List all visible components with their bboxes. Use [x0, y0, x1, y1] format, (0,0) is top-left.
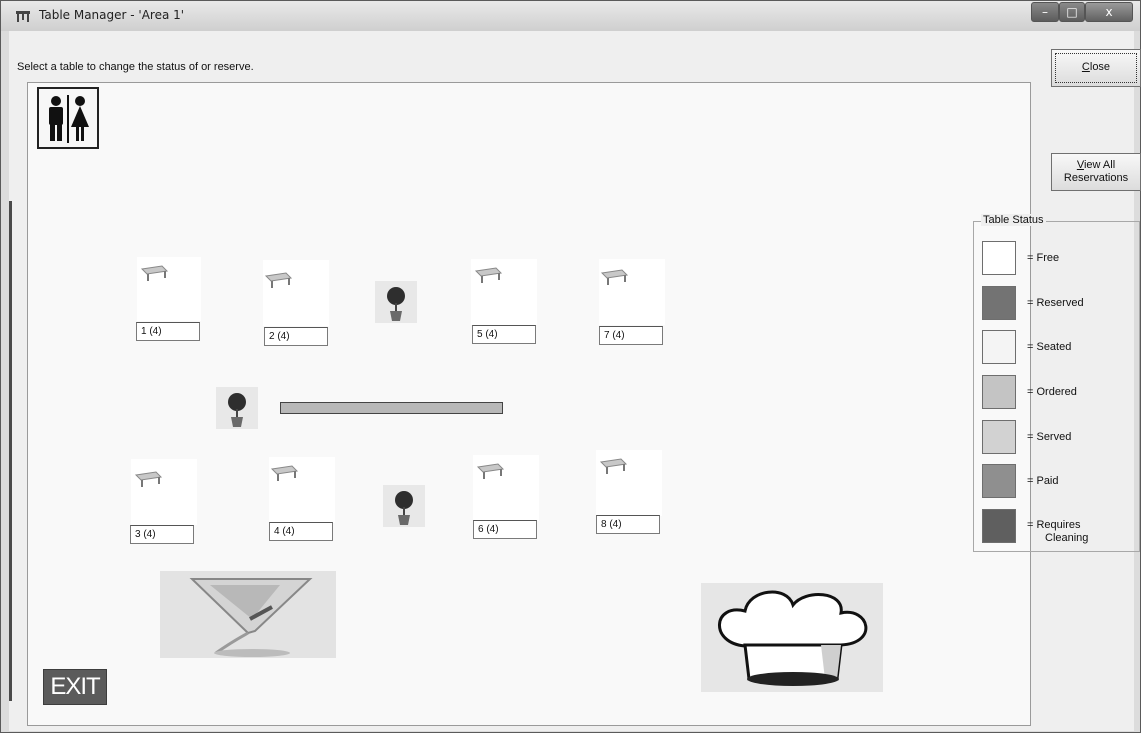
table-8-label[interactable]: 8 (4) [596, 515, 660, 534]
table-icon [140, 265, 169, 281]
status-swatch-ordered [982, 375, 1016, 409]
status-label-free: = Free [1027, 252, 1060, 264]
minimize-button[interactable]: – [1031, 2, 1059, 22]
instructions-text: Select a table to change the status of o… [17, 61, 254, 73]
window-title: Table Manager - 'Area 1' [39, 8, 185, 22]
bar-counter [280, 402, 503, 414]
left-edge-divider [9, 201, 12, 701]
table-8[interactable] [596, 450, 662, 516]
status-label-seated: = Seated [1027, 341, 1072, 353]
maximize-button[interactable]: □ [1059, 2, 1085, 22]
table-5-label[interactable]: 5 (4) [472, 325, 536, 344]
status-label-ordered: = Ordered [1027, 386, 1077, 398]
table-4[interactable] [269, 457, 335, 523]
status-swatch-served [982, 420, 1016, 454]
window-close-button[interactable]: x [1085, 2, 1133, 22]
chef-hat-icon [701, 583, 883, 692]
plant-icon [375, 281, 417, 323]
status-label-requires: = Requires [1027, 519, 1081, 531]
status-label-reserved: = Reserved [1027, 297, 1084, 309]
table-icon [474, 267, 503, 283]
table-manager-window: Table Manager - 'Area 1' – □ x Select a … [0, 0, 1141, 733]
table-2-label[interactable]: 2 (4) [264, 327, 328, 346]
table-6-label[interactable]: 6 (4) [473, 520, 537, 539]
plant-icon [383, 485, 425, 527]
plant-icon [216, 387, 258, 429]
table-icon [264, 272, 293, 288]
close-mnemonic: C [1081, 61, 1090, 73]
status-label-requires-cleaning: = Requires Cleaning [1027, 519, 1088, 545]
table-icon [134, 471, 163, 487]
table-icon [476, 463, 505, 479]
table-7[interactable] [599, 259, 665, 325]
minimize-icon: – [1042, 5, 1048, 19]
close-button[interactable]: Close [1051, 49, 1141, 87]
status-swatch-paid [982, 464, 1016, 498]
status-swatch-reserved [982, 286, 1016, 320]
view-all-reservations-button[interactable]: View All Reservations [1051, 153, 1141, 191]
status-label-served: = Served [1027, 431, 1072, 443]
table-3[interactable] [131, 459, 197, 525]
view-all-label-line2: Reservations [1063, 172, 1129, 184]
exit-sign: EXIT [43, 669, 107, 705]
title-bar: Table Manager - 'Area 1' – □ x [1, 1, 1140, 31]
table-app-icon [16, 11, 30, 22]
close-icon: x [1105, 5, 1113, 19]
cocktail-glass-icon [160, 571, 336, 658]
status-label-cleaning: Cleaning [1045, 532, 1089, 544]
view-all-mnemonic: V [1076, 159, 1084, 171]
maximize-icon: □ [1066, 5, 1078, 19]
table-status-title: Table Status [981, 214, 1046, 226]
table-2[interactable] [263, 260, 329, 326]
table-1-label[interactable]: 1 (4) [136, 322, 200, 341]
status-label-paid: = Paid [1027, 475, 1059, 487]
table-5[interactable] [471, 259, 537, 325]
table-icon [600, 269, 629, 285]
view-all-label-line1: iew All [1083, 159, 1116, 171]
restroom-icon[interactable] [37, 87, 99, 149]
table-1[interactable] [137, 257, 201, 321]
status-swatch-requires-cleaning [982, 509, 1016, 543]
status-swatch-seated [982, 330, 1016, 364]
close-label: lose [1089, 61, 1111, 73]
status-swatch-free [982, 241, 1016, 275]
table-3-label[interactable]: 3 (4) [130, 525, 194, 544]
table-6[interactable] [473, 455, 539, 521]
table-icon [270, 465, 299, 481]
table-4-label[interactable]: 4 (4) [269, 522, 333, 541]
table-7-label[interactable]: 7 (4) [599, 326, 663, 345]
table-icon [599, 458, 628, 474]
